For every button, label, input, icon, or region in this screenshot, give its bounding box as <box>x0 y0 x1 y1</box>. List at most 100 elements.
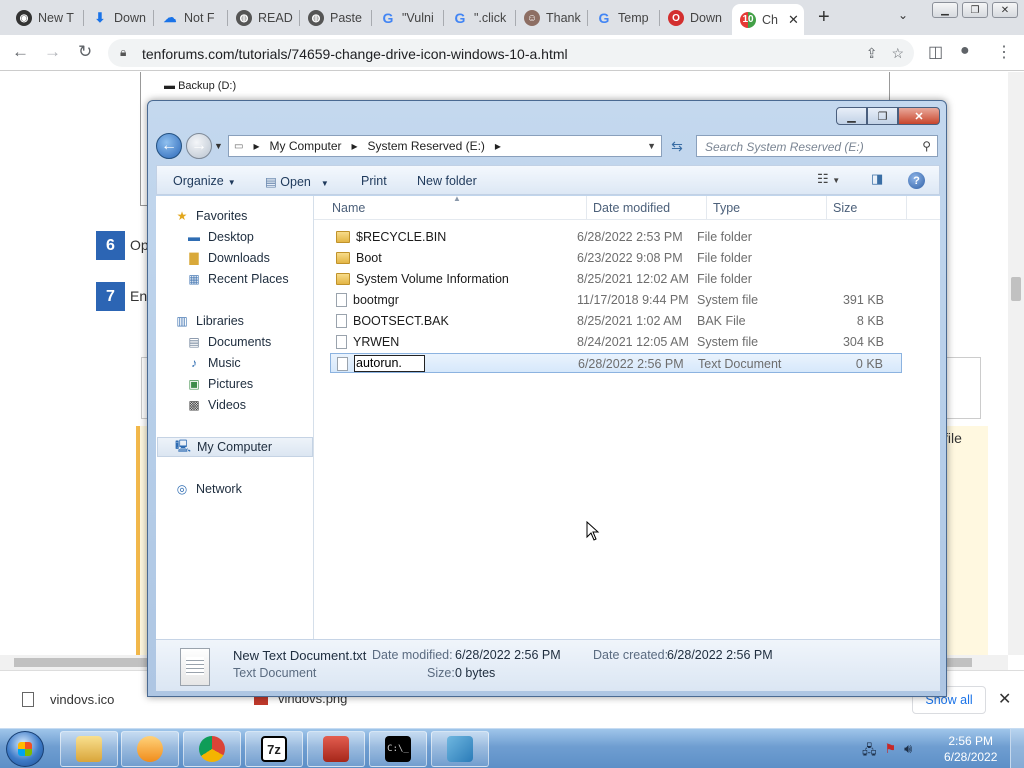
address-dropdown-icon[interactable]: ▼ <box>642 141 661 151</box>
column-size[interactable]: Size <box>833 201 857 215</box>
browser-tab-4[interactable]: ◍ Paste <box>300 4 372 32</box>
search-input[interactable]: Search System Reserved (E:) ⚲ <box>696 135 938 157</box>
page-vertical-scrollbar[interactable] <box>1008 72 1024 655</box>
explorer-address-bar[interactable]: ▭ ▸ My Computer ▸ System Reserved (E:) ▸… <box>228 135 662 157</box>
preview-pane-icon[interactable]: ◨ <box>871 171 883 187</box>
bookmark-star-icon[interactable]: ☆ <box>891 45 904 62</box>
forward-button[interactable]: → <box>186 133 212 159</box>
maximize-button[interactable]: ❐ <box>867 107 898 125</box>
close-button[interactable]: ✕ <box>898 107 940 125</box>
share-icon[interactable]: ⇪ <box>866 45 878 62</box>
search-icon[interactable]: ⚲ <box>922 139 931 153</box>
minimize-button[interactable]: ▁ <box>932 2 958 18</box>
close-download-bar-icon[interactable]: ✕ <box>998 689 1011 709</box>
nav-videos[interactable]: ▩ Videos <box>186 397 246 413</box>
tab-label: Thank <box>546 11 581 25</box>
chevron-right-icon[interactable]: ▸ <box>347 139 363 153</box>
url-text[interactable]: tenforums.com/tutorials/74659-change-dri… <box>142 46 568 62</box>
nav-favorites[interactable]: ★ Favorites <box>174 208 248 224</box>
taskbar-regedit[interactable] <box>431 731 489 767</box>
open-button[interactable]: ▤ Open ▼ <box>265 174 329 189</box>
file-row[interactable]: YRWEN 8/24/2021 12:05 AM System file 304… <box>330 332 902 352</box>
print-button[interactable]: Print <box>361 174 387 188</box>
taskbar-chrome[interactable] <box>183 731 241 767</box>
chrome-menu-icon[interactable]: ⋮ <box>996 42 1012 62</box>
refresh-icon[interactable]: ⇆ <box>666 135 688 157</box>
nav-my-computer[interactable]: 🖳︎ My Computer <box>157 437 313 457</box>
new-folder-button[interactable]: New folder <box>417 174 477 188</box>
browser-tab-6[interactable]: G ".click <box>444 4 516 32</box>
volume-icon[interactable]: 🔊︎ <box>904 741 912 763</box>
taskbar-toolbox[interactable] <box>307 731 365 767</box>
forward-arrow-icon[interactable]: → <box>44 42 61 62</box>
scroll-thumb[interactable] <box>1011 277 1021 301</box>
file-row[interactable]: Boot 6/23/2022 9:08 PM File folder <box>330 248 902 268</box>
help-icon[interactable]: ? <box>908 172 925 189</box>
browser-tab-1[interactable]: ⬇ Down <box>84 4 154 32</box>
tenforums-icon: 10 <box>740 11 756 28</box>
nav-documents[interactable]: ▤ Documents <box>186 334 271 350</box>
tab-label: Paste <box>330 11 362 25</box>
nav-music[interactable]: ♪ Music <box>186 355 241 371</box>
file-row[interactable]: $RECYCLE.BIN 6/28/2022 2:53 PM File fold… <box>330 227 902 247</box>
nav-libraries[interactable]: ▥ Libraries <box>174 313 244 329</box>
browser-tab-9[interactable]: O Down <box>660 4 732 32</box>
taskbar-media-player[interactable] <box>121 731 179 767</box>
column-type[interactable]: Type <box>713 201 740 215</box>
nav-recent-places[interactable]: ▦ Recent Places <box>186 271 288 287</box>
file-icon <box>336 314 347 328</box>
back-button[interactable]: ← <box>156 133 182 159</box>
browser-tab-7[interactable]: ☺ Thank <box>516 4 588 32</box>
close-tab-icon[interactable]: ✕ <box>788 12 799 28</box>
browser-tab-0[interactable]: ◉ New T <box>8 4 84 32</box>
nav-downloads[interactable]: ▇ Downloads <box>186 250 269 266</box>
file-row[interactable]: BOOTSECT.BAK 8/25/2021 1:02 AM BAK File … <box>330 311 902 331</box>
google-icon: G <box>454 10 466 26</box>
chevron-right-icon[interactable]: ▸ <box>248 139 264 153</box>
nav-network[interactable]: ◎ Network <box>174 481 242 497</box>
browser-tab-10-active[interactable]: 10 Ch ✕ <box>732 4 804 35</box>
back-arrow-icon[interactable]: ← <box>12 42 29 62</box>
new-tab-button[interactable]: + <box>818 6 830 29</box>
view-options-icon[interactable]: ☷ ▼ <box>817 171 840 187</box>
breadcrumb-my-computer[interactable]: My Computer <box>264 139 346 153</box>
browser-tab-8[interactable]: G Temp <box>588 4 660 32</box>
show-desktop-button[interactable] <box>1010 729 1024 768</box>
organize-button[interactable]: Organize ▼ <box>173 174 236 188</box>
column-date-modified[interactable]: Date modified <box>593 201 670 215</box>
cloudflare-icon: ☁ <box>163 10 177 25</box>
file-row[interactable]: bootmgr 11/17/2018 9:44 PM System file 3… <box>330 290 902 310</box>
nav-desktop[interactable]: ▬ Desktop <box>186 229 254 245</box>
tab-search-chevron-icon[interactable]: ⌄ <box>898 8 908 22</box>
browser-window-controls: ▁ ❐ ✕ <box>926 0 1024 20</box>
taskbar-7zip[interactable]: 7z <box>245 731 303 767</box>
chevron-right-icon[interactable]: ▸ <box>490 139 506 153</box>
minimize-button[interactable]: ▁ <box>836 107 867 125</box>
browser-tab-2[interactable]: ☁ Not F <box>154 4 228 32</box>
address-bar[interactable]: 🔒︎ tenforums.com/tutorials/74659-change-… <box>108 39 914 67</box>
file-row-selected[interactable]: autorun. 6/28/2022 2:56 PM Text Document… <box>330 353 902 373</box>
forward-arrow-icon: → <box>191 137 207 154</box>
file-list-pane: Name ▲ Date modified Type Size $RECYCLE.… <box>314 194 940 639</box>
profile-avatar-icon[interactable]: ● <box>960 42 970 60</box>
browser-tab-5[interactable]: G "Vulni <box>372 4 444 32</box>
column-name[interactable]: Name <box>332 201 365 215</box>
close-window-button[interactable]: ✕ <box>992 2 1018 18</box>
breadcrumb-system-reserved[interactable]: System Reserved (E:) <box>363 139 490 153</box>
action-center-icon[interactable]: ⚑ <box>885 741 897 763</box>
recent-pages-dropdown-icon[interactable]: ▼ <box>214 141 223 151</box>
taskbar-explorer[interactable] <box>60 731 118 767</box>
reload-icon[interactable]: ↻ <box>78 42 92 62</box>
recent-places-icon: ▦ <box>188 272 200 286</box>
browser-tab-3[interactable]: ◍ READ <box>228 4 300 32</box>
restore-button[interactable]: ❐ <box>962 2 988 18</box>
file-row[interactable]: System Volume Information 8/25/2021 12:0… <box>330 269 902 289</box>
rename-input[interactable]: autorun. <box>354 355 425 372</box>
nav-pictures[interactable]: ▣ Pictures <box>186 376 253 392</box>
details-date-modified: 6/28/2022 2:56 PM <box>455 648 561 662</box>
taskbar-cmd[interactable]: C:\_ <box>369 731 427 767</box>
taskbar-clock[interactable]: 2:56 PM 6/28/2022 <box>944 733 997 765</box>
network-tray-icon[interactable]: 🖧︎ <box>862 741 877 763</box>
side-panel-icon[interactable]: ◫ <box>928 42 943 62</box>
start-button[interactable] <box>6 731 44 767</box>
